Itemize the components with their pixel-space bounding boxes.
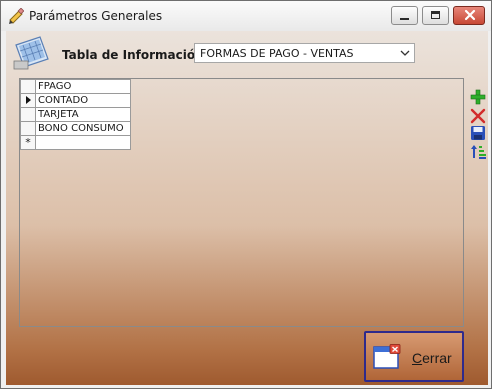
minimize-button[interactable] bbox=[391, 6, 418, 25]
row-header[interactable] bbox=[20, 107, 36, 122]
form-body: Tabla de Información: FORMAS DE PAGO - V… bbox=[6, 31, 488, 385]
grid-cell[interactable]: BONO CONSUMO bbox=[35, 121, 131, 136]
table-row[interactable]: BONO CONSUMO bbox=[20, 121, 131, 136]
minimize-icon bbox=[400, 18, 409, 20]
grid-cell[interactable]: TARJETA bbox=[35, 107, 131, 122]
cerrar-mnemonic: C bbox=[412, 350, 423, 366]
close-icon bbox=[464, 9, 476, 21]
chevron-down-icon bbox=[400, 50, 410, 56]
current-row-arrow-icon bbox=[25, 96, 31, 104]
row-header[interactable] bbox=[20, 121, 36, 136]
table-row[interactable]: TARJETA bbox=[20, 107, 131, 122]
table-row[interactable]: CONTADO bbox=[20, 93, 131, 108]
table-selector-dropdown[interactable]: FORMAS DE PAGO - VENTAS bbox=[194, 43, 415, 63]
save-icon[interactable] bbox=[470, 125, 486, 141]
maximize-button[interactable] bbox=[422, 6, 449, 25]
grid-corner-header[interactable] bbox=[20, 79, 36, 94]
window-title: Parámetros Generales bbox=[29, 9, 163, 23]
data-grid[interactable]: FPAGO CONTADO TARJETA BONO CONSUMO * bbox=[20, 79, 131, 150]
grid-header-row: FPAGO bbox=[20, 79, 131, 94]
cerrar-button[interactable]: Cerrar bbox=[364, 331, 464, 382]
table-selector-label: Tabla de Información: bbox=[62, 48, 209, 62]
grid-cell-new[interactable] bbox=[35, 135, 131, 150]
title-bar[interactable]: Parámetros Generales bbox=[1, 1, 491, 31]
cerrar-label-rest: errar bbox=[422, 350, 452, 366]
close-window-icon bbox=[373, 344, 401, 369]
add-icon[interactable] bbox=[470, 89, 486, 105]
cerrar-button-label: Cerrar bbox=[412, 350, 452, 366]
new-row[interactable]: * bbox=[20, 135, 131, 150]
table-selector-value: FORMAS DE PAGO - VENTAS bbox=[200, 47, 354, 60]
maximize-icon bbox=[431, 11, 440, 19]
row-header-current[interactable] bbox=[20, 93, 36, 108]
delete-icon[interactable] bbox=[470, 108, 486, 124]
close-window-button[interactable] bbox=[453, 6, 485, 25]
pencil-icon bbox=[9, 8, 24, 24]
grid-cell[interactable]: CONTADO bbox=[35, 93, 131, 108]
column-header-fpago[interactable]: FPAGO bbox=[35, 79, 131, 94]
data-grid-panel[interactable]: FPAGO CONTADO TARJETA BONO CONSUMO * bbox=[19, 78, 464, 327]
new-row-icon: * bbox=[25, 135, 31, 149]
data-table-icon bbox=[13, 36, 49, 70]
row-header-new[interactable]: * bbox=[20, 135, 36, 150]
sort-icon[interactable] bbox=[470, 143, 486, 159]
parametros-window: Parámetros Generales Tabla de Informació… bbox=[0, 0, 492, 389]
